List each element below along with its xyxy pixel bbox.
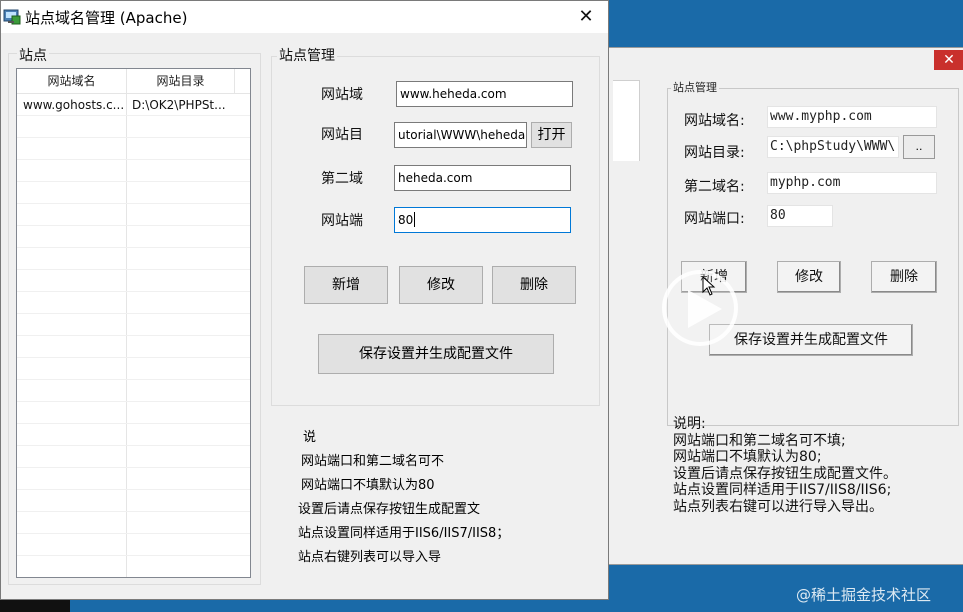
bg-note-line: 说明:: [673, 416, 706, 432]
bg-note-line: 网站端口和第二域名可不填;: [673, 432, 846, 449]
row-line: [17, 291, 250, 292]
bg-browse-button: ..: [903, 135, 935, 159]
note-line: 站点设置同样适用于IIS6/IIS7/IIS8；: [298, 526, 510, 541]
note-line: 网站端口和第二域名可不: [301, 454, 445, 469]
row-line: [17, 511, 250, 512]
second-domain-label: 第二域: [321, 171, 363, 187]
port-value: 80: [398, 213, 414, 227]
domain-field[interactable]: www.heheda.com: [396, 81, 573, 107]
row-line: [17, 137, 250, 138]
note-line: 说: [303, 430, 317, 445]
row-line: [17, 401, 250, 402]
list-header: 网站域名 网站目录: [17, 69, 250, 94]
window-title: 站点域名管理 (Apache): [25, 9, 188, 27]
domain-label: 网站域: [321, 87, 363, 103]
row-line: [17, 115, 250, 116]
site-manage-group-title: 站点管理: [277, 45, 337, 65]
note-line: 网站端口不填默认为80: [301, 478, 435, 493]
row-line: [17, 335, 250, 336]
bg-list-edge: [613, 80, 640, 161]
text-caret: [414, 212, 416, 227]
cursor-icon: [702, 276, 716, 296]
row-line: [17, 445, 250, 446]
play-icon[interactable]: [662, 270, 738, 346]
site-list[interactable]: 网站域名 网站目录 www.gohosts.c... D:\OK2\PHPSt.…: [16, 68, 251, 578]
bg-port-field: 80: [767, 205, 833, 227]
directory-field[interactable]: utorial\WWW\heheda: [394, 122, 527, 148]
background-window: ✕ 站点管理 网站域名: www.myphp.com 网站目录: C:\phpS…: [600, 47, 963, 565]
add-button[interactable]: 新增: [304, 266, 388, 304]
bg-domain-field: www.myphp.com: [767, 106, 937, 128]
second-domain-field[interactable]: heheda.com: [394, 165, 571, 191]
taskbar-strip: [0, 600, 70, 612]
bg-group-title: 站点管理: [671, 79, 719, 95]
row-line: [17, 533, 250, 534]
bg-note-line: 站点设置同样适用于IIS7/IIS8/IIS6;: [673, 482, 892, 498]
bg-note-line: 站点列表右键可以进行导入导出。: [673, 498, 883, 515]
row-line: [17, 357, 250, 358]
bg-dir-label: 网站目录:: [684, 145, 745, 161]
title-bar[interactable]: 站点域名管理 (Apache) ✕: [1, 1, 608, 33]
row-line: [17, 379, 250, 380]
site-domain-dialog: 站点域名管理 (Apache) ✕ 站点 网站域名 网站目录 www.gohos…: [0, 0, 609, 600]
bg-second-domain-field: myphp.com: [767, 172, 937, 194]
row-line: [17, 423, 250, 424]
app-icon: [3, 9, 21, 25]
row-line: [17, 489, 250, 490]
bg-notes: 说明: 网站端口和第二域名可不填; 网站端口不填默认为80; 设置后请点保存按钮…: [673, 416, 897, 515]
bg-second-domain-label: 第二域名:: [684, 179, 745, 195]
row-line: [17, 225, 250, 226]
port-label: 网站端: [321, 213, 363, 229]
note-line: 设置后请点保存按钮生成配置文: [298, 502, 481, 517]
bg-note-line: 网站端口不填默认为80;: [673, 449, 822, 465]
close-icon[interactable]: ✕: [564, 1, 608, 33]
row-line: [17, 181, 250, 182]
row-line: [17, 467, 250, 468]
bg-dir-field: C:\phpStudy\WWW\: [767, 136, 899, 158]
cell-directory: D:\OK2\PHPSt...: [132, 98, 226, 112]
watermark: @稀土掘金技术社区: [796, 586, 932, 604]
site-list-group-title: 站点: [17, 45, 49, 65]
bg-delete-button: 删除: [871, 261, 937, 293]
bg-note-line: 设置后请点保存按钮生成配置文件。: [673, 465, 897, 482]
directory-label: 网站目: [321, 127, 363, 143]
port-field[interactable]: 80: [394, 207, 571, 233]
bg-save-button: 保存设置并生成配置文件: [709, 324, 913, 356]
column-divider: [126, 69, 127, 577]
row-line: [17, 247, 250, 248]
open-directory-button[interactable]: 打开: [531, 122, 572, 148]
column-header-domain[interactable]: 网站域名: [17, 69, 126, 93]
bg-port-label: 网站端口:: [684, 211, 745, 227]
save-config-button[interactable]: 保存设置并生成配置文件: [318, 334, 554, 374]
row-line: [17, 269, 250, 270]
row-line: [17, 159, 250, 160]
column-divider: [234, 69, 235, 93]
note-line: 站点右键列表可以导入导: [298, 550, 442, 565]
row-line: [17, 555, 250, 556]
edit-button[interactable]: 修改: [399, 266, 483, 304]
delete-button[interactable]: 删除: [492, 266, 576, 304]
bg-close-icon: ✕: [934, 50, 963, 70]
column-header-directory[interactable]: 网站目录: [127, 69, 234, 93]
bg-domain-label: 网站域名:: [684, 113, 745, 129]
row-line: [17, 313, 250, 314]
row-line: [17, 203, 250, 204]
cell-domain: www.gohosts.c...: [23, 98, 125, 112]
bg-edit-button: 修改: [777, 261, 841, 293]
